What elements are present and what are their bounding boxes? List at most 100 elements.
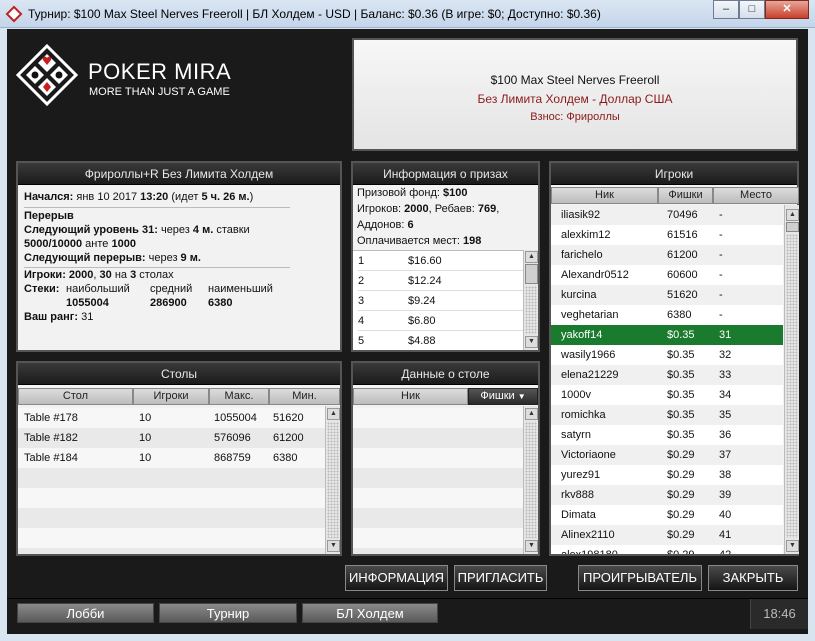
scroll-track[interactable] xyxy=(786,234,798,538)
table-row[interactable]: Alexandr0512 60600 - xyxy=(551,265,783,285)
table-row xyxy=(18,488,325,508)
table-row[interactable]: wasily1966 $0.35 32 xyxy=(551,345,783,365)
player-nick: romichka xyxy=(561,409,606,421)
scroll-up-icon[interactable]: ▲ xyxy=(525,408,538,420)
scroll-up-icon[interactable]: ▲ xyxy=(525,251,538,263)
scroll-down-icon[interactable]: ▼ xyxy=(327,540,340,552)
table-row[interactable]: rkv888 $0.29 39 xyxy=(551,485,783,505)
players-line: Игроки: 2000, 30 на 3 столах xyxy=(24,269,174,281)
table-row[interactable]: iliasik92 70496 - xyxy=(551,205,783,225)
scroll-up-icon[interactable]: ▲ xyxy=(786,209,799,221)
table-row xyxy=(18,468,325,488)
scroll-down-icon[interactable]: ▼ xyxy=(525,540,538,552)
table-row[interactable]: veghetarian 6380 - xyxy=(551,305,783,325)
table-data-list xyxy=(353,406,523,554)
table-min: 51620 xyxy=(273,412,304,424)
prize-players-line: Игроков: 2000, Ребаев: 769, xyxy=(357,203,500,215)
table-row[interactable]: elena21229 $0.35 33 xyxy=(551,365,783,385)
table-min: 6380 xyxy=(273,452,298,464)
table-row xyxy=(18,548,325,554)
nav-holdem-button[interactable]: БЛ Холдем xyxy=(302,603,438,623)
table-row[interactable]: yakoff14 $0.35 31 xyxy=(551,325,783,345)
scroll-up-icon[interactable]: ▲ xyxy=(327,408,340,420)
player-nick: alexkim12 xyxy=(561,229,611,241)
maximize-button[interactable]: □ xyxy=(739,0,765,19)
divider xyxy=(24,267,290,268)
scroll-down-icon[interactable]: ▼ xyxy=(525,336,538,348)
tables-col-players[interactable]: Игроки xyxy=(133,388,209,405)
tournament-name: $100 Max Steel Nerves Freeroll xyxy=(490,73,660,87)
table-row xyxy=(18,508,325,528)
player-place: 35 xyxy=(719,409,732,421)
prizes-scrollbar[interactable]: ▲ ▼ xyxy=(523,250,538,350)
table-row[interactable]: Table #182 10 576096 61200 xyxy=(18,428,325,448)
players-active: 30 xyxy=(99,269,112,281)
players-total: 2000 xyxy=(68,269,94,281)
tables-col-max[interactable]: Макс. xyxy=(209,388,269,405)
table-row xyxy=(353,548,523,554)
table-data-col-nick[interactable]: Ник xyxy=(353,388,468,405)
close-window-button[interactable]: ✕ xyxy=(765,0,809,19)
prize-paid-label: Оплачивается мест: xyxy=(357,235,464,247)
players-scrollbar[interactable]: ▲ ▼ xyxy=(784,205,799,554)
clock: 18:46 xyxy=(750,599,808,629)
prize-players-value: 2000 xyxy=(404,203,429,215)
tables-col-min[interactable]: Мин. xyxy=(269,388,340,405)
table-row[interactable]: Table #184 10 868759 6380 xyxy=(18,448,325,468)
table-row xyxy=(353,488,523,508)
close-button[interactable]: ЗАКРЫТЬ xyxy=(708,565,798,591)
table-row[interactable]: Alinex2110 $0.29 41 xyxy=(551,525,783,545)
table-row[interactable]: yurez91 $0.29 38 xyxy=(551,465,783,485)
player-chips: $0.29 xyxy=(667,489,695,501)
table-max: 868759 xyxy=(214,452,251,464)
tables-scrollbar[interactable]: ▲ ▼ xyxy=(325,406,340,554)
invite-button[interactable]: ПРИГЛАСИТЬ xyxy=(454,565,547,591)
stack-avg-value: 286900 xyxy=(150,297,187,309)
scroll-track[interactable] xyxy=(525,422,537,538)
info-button[interactable]: ИНФОРМАЦИЯ xyxy=(345,565,448,591)
table-row[interactable]: satyrn $0.35 36 xyxy=(551,425,783,445)
player-chips: 70496 xyxy=(667,209,698,221)
list-item: 2 $12.24 xyxy=(358,271,523,291)
stack-avg-label: средний xyxy=(150,283,193,295)
minimize-button[interactable]: – xyxy=(713,0,739,19)
scroll-track[interactable] xyxy=(327,422,339,538)
stack-min-label: наименьший xyxy=(208,283,273,295)
player-nick: wasily1966 xyxy=(561,349,616,361)
bottom-nav: Лобби Турнир БЛ Холдем 18:46 xyxy=(7,598,808,634)
players-col-chips[interactable]: Фишки xyxy=(658,187,713,204)
tables-col-table[interactable]: Стол xyxy=(18,388,133,405)
table-data-col-chips[interactable]: Фишки ▼ xyxy=(468,388,538,405)
table-row[interactable]: Victoriaone $0.29 37 xyxy=(551,445,783,465)
table-row[interactable]: Table #178 10 1055004 51620 xyxy=(18,408,325,428)
scroll-down-icon[interactable]: ▼ xyxy=(786,540,799,552)
player-chips: 60600 xyxy=(667,269,698,281)
scroll-thumb[interactable] xyxy=(525,264,538,284)
started-time: 13:20 xyxy=(140,191,169,203)
players-panel: Игроки Ник Фишки Место iliasik92 70496- al… xyxy=(549,161,799,556)
scroll-track[interactable] xyxy=(525,286,537,334)
players-col-nick[interactable]: Ник xyxy=(551,187,658,204)
players-col-place[interactable]: Место xyxy=(713,187,799,204)
table-data-scrollbar[interactable]: ▲ ▼ xyxy=(523,406,538,554)
logo-tagline: MORE THAN JUST A GAME xyxy=(89,86,230,98)
scroll-thumb[interactable] xyxy=(786,222,799,232)
nav-lobby-button[interactable]: Лобби xyxy=(17,603,154,623)
table-row[interactable]: Dimata $0.29 40 xyxy=(551,505,783,525)
player-nick: Dimata xyxy=(561,509,596,521)
nav-tournament-button[interactable]: Турнир xyxy=(159,603,297,623)
table-row[interactable]: alexkim12 61516 - xyxy=(551,225,783,245)
player-button[interactable]: ПРОИГРЫВАТЕЛЬ xyxy=(578,565,702,591)
player-place: 37 xyxy=(719,449,732,461)
table-row[interactable]: romichka $0.35 35 xyxy=(551,405,783,425)
stakes-line: 5000/10000 анте 1000 xyxy=(24,238,136,250)
players-label: Игроки: xyxy=(24,269,66,281)
table-row[interactable]: alex198180 $0.29 42 xyxy=(551,545,783,554)
table-row[interactable]: 1000v $0.35 34 xyxy=(551,385,783,405)
window-controls: – □ ✕ xyxy=(713,0,809,20)
player-nick: yurez91 xyxy=(561,469,601,481)
table-row[interactable]: kurcina 51620 - xyxy=(551,285,783,305)
next-level-stakes-label: ставки xyxy=(213,224,250,236)
table-row[interactable]: farichelo 61200 - xyxy=(551,245,783,265)
next-break-time: 9 м. xyxy=(180,252,201,264)
